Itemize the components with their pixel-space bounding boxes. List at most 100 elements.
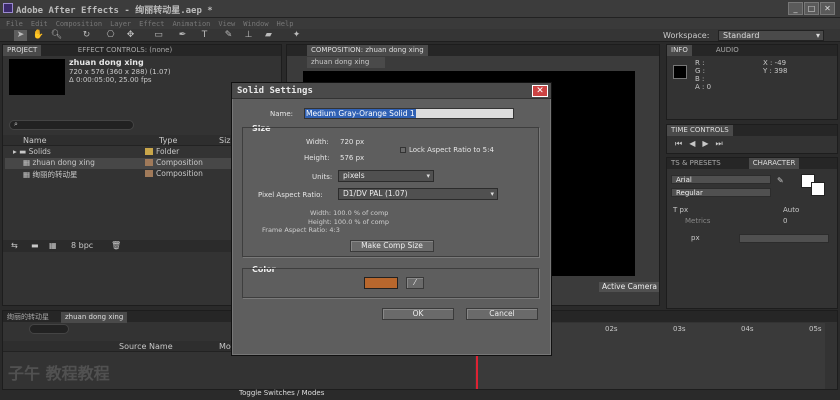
tab-composition[interactable]: COMPOSITION: zhuan dong xing: [307, 45, 428, 56]
maximize-button[interactable]: □: [804, 2, 819, 15]
info-a: A : 0: [695, 83, 712, 91]
hand-tool-icon[interactable]: ✋: [32, 30, 45, 41]
cancel-button[interactable]: Cancel: [466, 308, 538, 320]
units-select[interactable]: pixels ▾: [338, 170, 434, 182]
column-mode[interactable]: Mo: [219, 342, 231, 351]
kerning-field[interactable]: Metrics: [685, 217, 710, 225]
clone-stamp-tool-icon[interactable]: ⊥: [242, 30, 255, 41]
tracking-field[interactable]: 0: [783, 217, 787, 225]
info-frame-aspect: Frame Aspect Ratio: 4:3: [262, 226, 340, 234]
eyedropper-icon[interactable]: ⁄: [406, 277, 424, 289]
row-type: Folder: [156, 147, 180, 156]
chevron-down-icon: ▾: [426, 172, 430, 180]
height-label: Height:: [304, 154, 330, 162]
eyedropper-icon[interactable]: ✎: [777, 176, 784, 185]
rectangle-tool-icon[interactable]: ▭: [152, 30, 165, 41]
column-type[interactable]: Type: [159, 136, 177, 145]
color-swatch[interactable]: [364, 277, 398, 289]
menu-file[interactable]: File: [6, 20, 23, 28]
close-window-button[interactable]: ✕: [820, 2, 835, 15]
width-label: Width:: [306, 138, 329, 146]
search-icon: ⌕: [14, 120, 18, 128]
toggle-switches-modes-button[interactable]: Toggle Switches / Modes: [239, 389, 324, 397]
time-controls-panel: TIME CONTROLS ⏮◀▶⏭: [666, 124, 838, 154]
project-search-input[interactable]: ⌕: [9, 120, 134, 130]
interpret-footage-icon[interactable]: ⇆: [11, 241, 18, 250]
tab-audio[interactable]: AUDIO: [712, 45, 743, 56]
tools-panel: ➤ ✋ 🔍︎ ↻ ⎔ ✥ ▭ ✒ T ✎ ⊥ ▰ ✦ Workspace: St…: [0, 29, 840, 42]
puppet-tool-icon[interactable]: ✦: [290, 30, 303, 41]
bit-depth[interactable]: 8 bpc: [71, 241, 93, 250]
camera-tool-icon[interactable]: ⎔: [104, 30, 117, 41]
height-field[interactable]: 576 px: [340, 154, 364, 162]
project-item-info: 720 x 576 (360 x 288) (1.07): [69, 68, 171, 76]
menu-window[interactable]: Window: [243, 20, 268, 28]
stroke-color-swatch[interactable]: [811, 182, 825, 196]
menu-effect[interactable]: Effect: [139, 20, 164, 28]
workspace-value: Standard: [723, 31, 760, 40]
column-size[interactable]: Siz: [219, 136, 231, 145]
row-name: zhuan dong xing: [32, 158, 95, 167]
name-label: Name:: [270, 110, 294, 118]
new-comp-icon[interactable]: ▦: [49, 241, 57, 250]
font-style-select[interactable]: Regular: [671, 188, 771, 197]
name-input[interactable]: Medium Gray-Orange Solid 1: [304, 108, 514, 119]
app-icon: [3, 3, 13, 13]
tab-project[interactable]: PROJECT: [3, 45, 42, 56]
tab-time-controls[interactable]: TIME CONTROLS: [667, 125, 733, 136]
lock-aspect-checkbox[interactable]: [400, 147, 406, 153]
font-style-value: Regular: [676, 189, 703, 197]
minimize-button[interactable]: _: [788, 2, 803, 15]
pixel-aspect-select[interactable]: D1/DV PAL (1.07) ▾: [338, 188, 498, 200]
info-b: B :: [695, 75, 705, 83]
make-comp-size-button[interactable]: Make Comp Size: [350, 240, 434, 252]
color-sample-swatch: [673, 65, 687, 79]
eraser-tool-icon[interactable]: ▰: [262, 30, 275, 41]
workspace-select[interactable]: Standard ▾: [718, 30, 824, 41]
pixel-aspect-value: D1/DV PAL (1.07): [343, 189, 408, 198]
playback-buttons[interactable]: ⏮◀▶⏭: [675, 139, 730, 149]
new-folder-icon[interactable]: ▬: [31, 241, 39, 250]
column-name[interactable]: Name: [23, 136, 47, 145]
font-size-field[interactable]: T px: [673, 206, 688, 214]
font-family-select[interactable]: Arial: [671, 175, 771, 184]
timeline-search-input[interactable]: [29, 324, 69, 334]
tab-timeline-2[interactable]: zhuan dong xing: [61, 312, 128, 323]
tab-info[interactable]: INFO: [667, 45, 692, 56]
width-field[interactable]: 720 px: [340, 138, 364, 146]
label-swatch: [145, 170, 153, 177]
stroke-style-select[interactable]: [739, 234, 829, 243]
menu-view[interactable]: View: [218, 20, 235, 28]
zoom-tool-icon[interactable]: 🔍︎: [50, 30, 63, 41]
info-g: G :: [695, 67, 706, 75]
title-bar: Adobe After Effects - 绚丽转动星.aep * _ □ ✕: [0, 0, 840, 18]
tab-effects-presets[interactable]: TS & PRESETS: [667, 158, 725, 169]
comp-subtab[interactable]: zhuan dong xing: [307, 57, 385, 68]
menu-layer[interactable]: Layer: [110, 20, 131, 28]
column-source-name[interactable]: Source Name: [119, 342, 173, 351]
pen-tool-icon[interactable]: ✒: [176, 30, 189, 41]
menu-composition[interactable]: Composition: [56, 20, 102, 28]
tab-character[interactable]: CHARACTER: [748, 158, 800, 169]
rotate-tool-icon[interactable]: ↻: [80, 30, 93, 41]
tab-effect-controls[interactable]: EFFECT CONTROLS: (none): [74, 45, 176, 56]
menu-animation[interactable]: Animation: [172, 20, 210, 28]
info-y: Y : 398: [763, 67, 788, 75]
leading-field[interactable]: Auto: [783, 206, 799, 214]
menu-help[interactable]: Help: [277, 20, 294, 28]
close-icon[interactable]: ✕: [532, 85, 548, 97]
active-camera-select[interactable]: Active Camera: [599, 282, 659, 292]
chevron-down-icon: ▾: [490, 190, 494, 198]
text-tool-icon[interactable]: T: [198, 30, 211, 41]
tab-timeline-1[interactable]: 绚丽的转动星: [3, 311, 53, 322]
name-value: Medium Gray-Orange Solid 1: [305, 109, 416, 118]
stroke-width-field[interactable]: px: [691, 234, 700, 242]
ok-button[interactable]: OK: [382, 308, 454, 320]
row-type: Composition: [156, 169, 203, 178]
menu-edit[interactable]: Edit: [31, 20, 48, 28]
pan-behind-tool-icon[interactable]: ✥: [124, 30, 137, 41]
trash-icon[interactable]: 🗑︎: [111, 241, 121, 250]
brush-tool-icon[interactable]: ✎: [222, 30, 235, 41]
folder-icon: ▸ ▬: [13, 147, 27, 156]
selection-tool-icon[interactable]: ➤: [14, 30, 27, 41]
